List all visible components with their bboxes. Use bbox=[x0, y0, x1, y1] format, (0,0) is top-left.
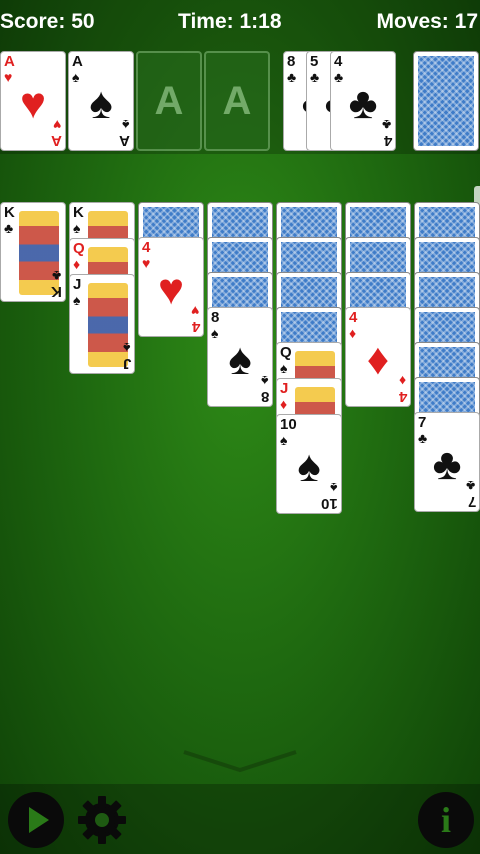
card-center-pip: ♥ bbox=[19, 79, 47, 128]
card-rank-bottom: 4 bbox=[398, 388, 407, 405]
face-card-art bbox=[88, 283, 128, 367]
stock-pile[interactable] bbox=[413, 51, 479, 151]
foundation-card[interactable]: A ♥ A ♥ ♥ bbox=[0, 51, 66, 151]
card-rank: 8 bbox=[287, 53, 296, 70]
tableau-card[interactable]: 4 ♦ 4 ♦ ♦ bbox=[345, 307, 411, 407]
play-button[interactable] bbox=[8, 792, 64, 848]
card-center-pip: ♦ bbox=[366, 335, 390, 384]
foundation-slot-empty[interactable]: A bbox=[204, 51, 270, 151]
card-rank: 10 bbox=[280, 416, 297, 433]
card-rank-bottom: K bbox=[51, 283, 62, 300]
info-icon: i bbox=[440, 800, 451, 840]
foundation-slot-empty[interactable]: A bbox=[136, 51, 202, 151]
card-suit: ♦ bbox=[280, 396, 288, 412]
moves-text: Moves: 17 bbox=[376, 10, 478, 33]
card-rank-bottom: A bbox=[119, 132, 130, 149]
card-center-pip: ♣ bbox=[432, 440, 462, 489]
card-suit: ♠ bbox=[280, 360, 288, 376]
tableau-card[interactable]: 7 ♣ 7 ♣ ♣ bbox=[414, 412, 480, 512]
card-rank: 4 bbox=[349, 309, 358, 326]
card-rank: J bbox=[73, 276, 82, 293]
card-suit-bottom: ♣ bbox=[51, 268, 61, 284]
tableau-card[interactable]: 10 ♠ 10 ♠ ♠ bbox=[276, 414, 342, 514]
card-rank: 7 bbox=[418, 414, 427, 431]
card-center-pip: ♠ bbox=[228, 335, 252, 384]
card-rank: A bbox=[4, 53, 15, 70]
card-rank: 4 bbox=[334, 53, 343, 70]
settings-button[interactable] bbox=[74, 792, 130, 848]
card-rank: 8 bbox=[211, 309, 220, 326]
card-rank: Q bbox=[73, 240, 85, 257]
card-rank-bottom: 8 bbox=[260, 388, 269, 405]
info-button[interactable]: i bbox=[418, 792, 474, 848]
card-rank: Q bbox=[280, 344, 292, 361]
card-rank-bottom: 4 bbox=[191, 318, 200, 335]
card-suit: ♣ bbox=[4, 220, 14, 236]
tableau-card[interactable]: K ♣ K ♣ bbox=[0, 202, 66, 302]
chevron-down-icon[interactable] bbox=[180, 748, 300, 774]
hud: Score: 50 Time: 1:18 Moves: 17 bbox=[0, 0, 480, 44]
card-rank: 4 bbox=[142, 239, 151, 256]
card-rank-bottom: 10 bbox=[321, 495, 338, 512]
tableau-card[interactable]: J ♠ J ♠ bbox=[69, 274, 135, 374]
foundation-card[interactable]: A ♠ A ♠ ♠ bbox=[68, 51, 134, 151]
card-suit: ♠ bbox=[73, 292, 81, 308]
card-suit: ♦ bbox=[73, 256, 81, 272]
card-rank-bottom: 4 bbox=[383, 132, 392, 149]
gear-icon bbox=[78, 796, 126, 844]
card-suit-bottom: ♠ bbox=[122, 340, 130, 356]
card-center-pip: ♣ bbox=[348, 79, 378, 128]
waste-card[interactable]: 4 ♣ 4 ♣ ♣ bbox=[330, 51, 396, 151]
card-rank: 5 bbox=[310, 53, 319, 70]
card-center-pip: ♠ bbox=[89, 79, 113, 128]
card-rank-bottom: 7 bbox=[467, 493, 476, 510]
card-rank-bottom: J bbox=[122, 355, 131, 372]
tableau-card[interactable]: 4 ♥ 4 ♥ ♥ bbox=[138, 237, 204, 337]
card-suit: ♠ bbox=[73, 220, 81, 236]
card-rank: K bbox=[73, 204, 84, 221]
card-center-pip: ♥ bbox=[157, 265, 185, 314]
bottom-toolbar: i bbox=[0, 784, 480, 854]
tableau-card[interactable]: 8 ♠ 8 ♠ ♠ bbox=[207, 307, 273, 407]
score-text: Score: 50 bbox=[0, 10, 95, 33]
card-center-pip: ♠ bbox=[297, 442, 321, 491]
card-rank-bottom: A bbox=[51, 132, 62, 149]
card-rank: A bbox=[72, 53, 83, 70]
play-icon bbox=[29, 807, 49, 833]
time-text: Time: 1:18 bbox=[178, 10, 282, 33]
card-rank: J bbox=[280, 380, 289, 397]
card-rank: K bbox=[4, 204, 15, 221]
